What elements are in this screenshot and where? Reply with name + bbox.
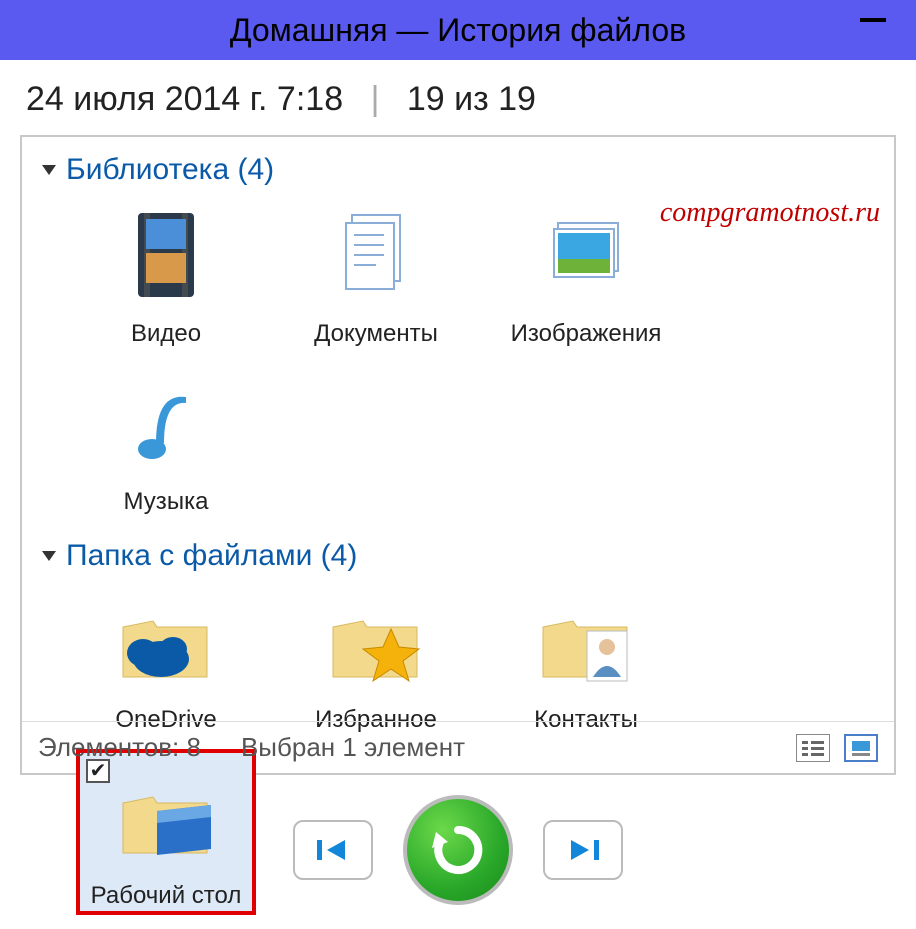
group-items-library: Видео Документы [76, 195, 880, 531]
onedrive-icon [76, 581, 256, 701]
pictures-icon [496, 195, 676, 315]
view-toggles [796, 734, 878, 762]
item-label: Документы [286, 319, 466, 349]
separator: | [353, 80, 398, 118]
details-view-button[interactable] [796, 734, 830, 762]
selection-count: Выбран 1 элемент [241, 732, 465, 763]
item-music[interactable]: Музыка [76, 363, 256, 517]
item-label: Рабочий стол [80, 881, 252, 911]
item-desktop[interactable]: ✔ Рабочий стол [76, 749, 256, 915]
items-count: Элементов: 8 [38, 732, 201, 763]
content-panel: compgramotnost.ru Библиотека (4) Видео [20, 135, 896, 775]
favorites-icon [286, 581, 466, 701]
group-header-library[interactable]: Библиотека (4) [42, 153, 880, 187]
item-contacts[interactable]: Контакты [496, 581, 676, 735]
window-title: Домашняя — История файлов [230, 12, 686, 49]
item-label: Видео [76, 319, 256, 349]
item-label: Музыка [76, 487, 256, 517]
documents-icon [286, 195, 466, 315]
item-label: Изображения [496, 319, 676, 349]
icons-view-button[interactable] [844, 734, 878, 762]
item-onedrive[interactable]: OneDrive [76, 581, 256, 735]
title-bar: Домашняя — История файлов [0, 0, 916, 60]
item-pictures[interactable]: Изображения [496, 195, 676, 349]
music-icon [76, 363, 256, 483]
item-documents[interactable]: Документы [286, 195, 466, 349]
item-favorites[interactable]: Избранное [286, 581, 466, 735]
snapshot-position: 19 из 19 [407, 80, 536, 118]
watermark: compgramotnost.ru [660, 197, 880, 229]
snapshot-datetime: 24 июля 2014 г. 7:18 [26, 80, 343, 118]
group-title: Библиотека (4) [66, 153, 274, 187]
collapse-icon [42, 551, 56, 561]
collapse-icon [42, 165, 56, 175]
status-bar: Элементов: 8 Выбран 1 элемент [22, 721, 894, 773]
item-videos[interactable]: Видео [76, 195, 256, 349]
contacts-icon [496, 581, 676, 701]
group-title: Папка с файлами (4) [66, 539, 357, 573]
info-bar: 24 июля 2014 г. 7:18 | 19 из 19 [0, 60, 916, 129]
videos-icon [76, 195, 256, 315]
minimize-button[interactable] [860, 18, 886, 22]
group-header-folders[interactable]: Папка с файлами (4) [42, 539, 880, 573]
